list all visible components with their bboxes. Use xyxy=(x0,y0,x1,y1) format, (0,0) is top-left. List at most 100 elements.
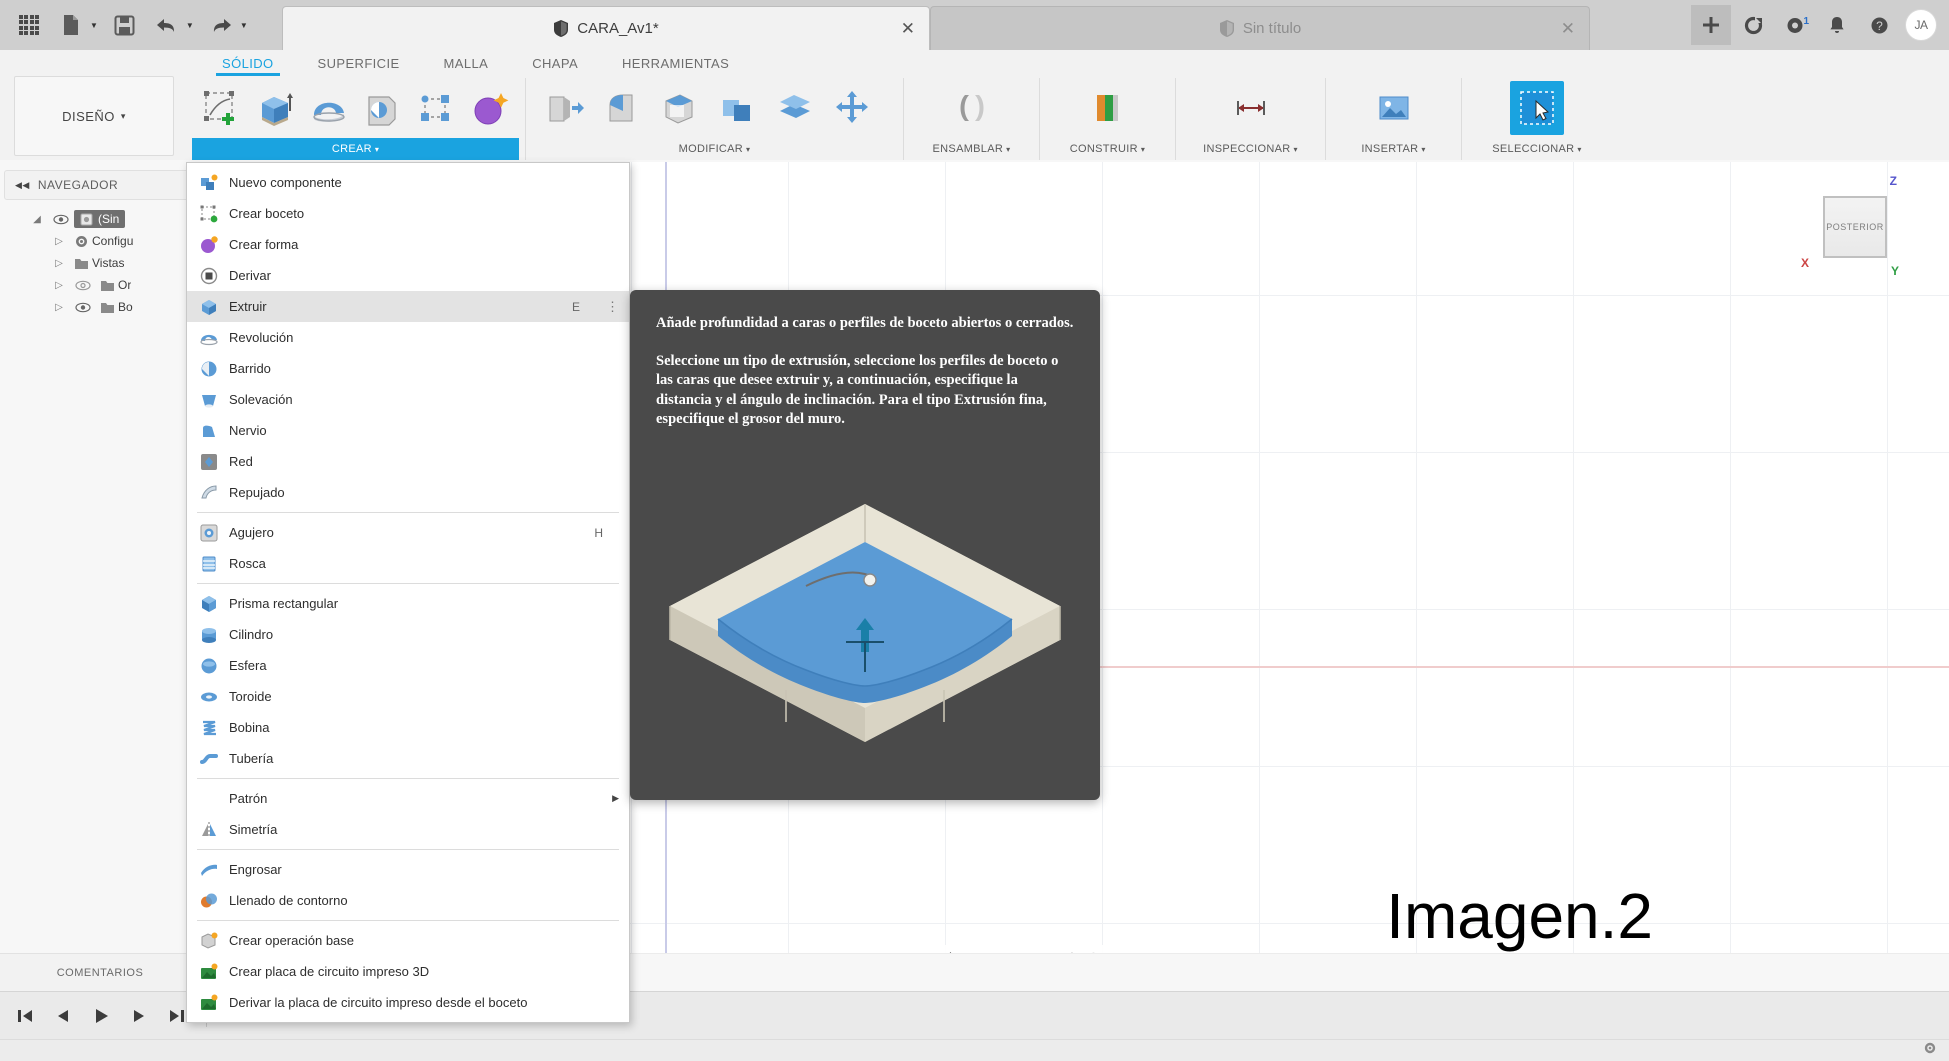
menu-item-crear-pcb-3d[interactable]: Crear placa de circuito impreso 3D xyxy=(187,956,629,987)
fillet-button[interactable] xyxy=(594,81,648,135)
ribbon-tab-solido[interactable]: SÓLIDO xyxy=(200,50,296,76)
menu-item-esfera[interactable]: Esfera xyxy=(187,650,629,681)
menu-item-toroide[interactable]: Toroide xyxy=(187,681,629,712)
menu-item-extruir[interactable]: Extruir E ⋮ xyxy=(187,291,629,322)
save-button[interactable] xyxy=(106,6,144,44)
jobs-status-button[interactable]: 1 xyxy=(1775,5,1815,45)
collapse-icon[interactable]: ◀◀ xyxy=(15,180,30,191)
mirror-icon xyxy=(199,820,219,840)
visibility-off-icon[interactable] xyxy=(70,280,96,291)
menu-item-barrido[interactable]: Barrido xyxy=(187,353,629,384)
combine-button[interactable] xyxy=(710,81,764,135)
offset-face-button[interactable] xyxy=(768,81,822,135)
menu-item-patron[interactable]: Patrón ▶ xyxy=(187,783,629,814)
shell-button[interactable] xyxy=(652,81,706,135)
menu-item-overflow-icon[interactable]: ⋮ xyxy=(606,299,619,315)
menu-item-agujero[interactable]: Agujero H xyxy=(187,517,629,548)
tree-item-configuraciones[interactable]: ▷ Configu xyxy=(0,230,200,252)
revolve-button[interactable] xyxy=(304,81,354,135)
workspace-selector[interactable]: DISEÑO ▾ xyxy=(14,76,174,156)
loft-button[interactable] xyxy=(411,81,461,135)
select-button[interactable] xyxy=(1510,81,1564,135)
document-tab-active[interactable]: CARA_Av1* ✕ xyxy=(282,6,930,50)
menu-item-engrosar[interactable]: Engrosar xyxy=(187,854,629,885)
step-forward-button[interactable] xyxy=(122,999,156,1033)
tree-item-vistas[interactable]: ▷ Vistas xyxy=(0,252,200,274)
tree-item-bocetos[interactable]: ▷ Bo xyxy=(0,296,200,318)
new-tab-button[interactable] xyxy=(1691,5,1731,45)
expander-icon[interactable]: ◢ xyxy=(26,214,48,225)
visibility-icon[interactable] xyxy=(48,214,74,225)
settings-gear-icon[interactable] xyxy=(1923,1041,1937,1060)
visibility-icon[interactable] xyxy=(70,302,96,313)
panel-insertar-label[interactable]: INSERTAR ▾ xyxy=(1332,138,1455,160)
navigator-panel: ◀◀ NAVEGADOR ◢ (Sin ▷ Configu xyxy=(0,162,200,991)
panel-modificar-label[interactable]: MODIFICAR ▾ xyxy=(532,138,897,160)
notifications-button[interactable] xyxy=(1817,5,1857,45)
menu-item-derivar[interactable]: Derivar xyxy=(187,260,629,291)
ribbon-tab-herramientas[interactable]: HERRAMIENTAS xyxy=(600,50,751,76)
menu-item-llenado-contorno[interactable]: Llenado de contorno xyxy=(187,885,629,916)
menu-item-crear-operacion-base[interactable]: Crear operación base xyxy=(187,925,629,956)
menu-item-nuevo-componente[interactable]: Nuevo componente xyxy=(187,167,629,198)
file-menu-caret-icon[interactable]: ▼ xyxy=(90,21,98,30)
viewcube[interactable]: Z X Y POSTERIOR xyxy=(1797,172,1917,282)
menu-item-repujado[interactable]: Repujado xyxy=(187,477,629,508)
redo-caret-icon[interactable]: ▼ xyxy=(240,21,248,30)
expander-icon[interactable]: ▷ xyxy=(48,258,70,269)
redo-button[interactable] xyxy=(202,6,240,44)
menu-item-red[interactable]: Red xyxy=(187,446,629,477)
press-pull-button[interactable] xyxy=(536,81,590,135)
ribbon-tab-chapa[interactable]: CHAPA xyxy=(510,50,600,76)
menu-item-derivar-pcb-boceto[interactable]: Derivar la placa de circuito impreso des… xyxy=(187,987,629,1018)
menu-item-revolucion[interactable]: Revolución xyxy=(187,322,629,353)
insert-mcmaster-button[interactable] xyxy=(1367,81,1421,135)
menu-item-solevacion[interactable]: Solevación xyxy=(187,384,629,415)
panel-crear-label[interactable]: CREAR ▾ xyxy=(192,138,519,160)
menu-item-nervio[interactable]: Nervio xyxy=(187,415,629,446)
menu-item-simetria[interactable]: Simetría xyxy=(187,814,629,845)
navigator-header[interactable]: ◀◀ NAVEGADOR xyxy=(4,170,196,200)
measure-button[interactable] xyxy=(1224,81,1278,135)
menu-item-bobina[interactable]: Bobina xyxy=(187,712,629,743)
menu-item-cilindro[interactable]: Cilindro xyxy=(187,619,629,650)
sweep-button[interactable] xyxy=(357,81,407,135)
tree-item-root[interactable]: ◢ (Sin xyxy=(0,208,200,230)
avatar[interactable]: JA xyxy=(1901,5,1941,45)
panel-seleccionar-label[interactable]: SELECCIONAR ▾ xyxy=(1468,138,1606,160)
joint-button[interactable] xyxy=(945,81,999,135)
undo-caret-icon[interactable]: ▼ xyxy=(186,21,194,30)
help-button[interactable]: ? xyxy=(1859,5,1899,45)
tree-item-root-chip[interactable]: (Sin xyxy=(74,210,125,228)
extrude-button[interactable] xyxy=(250,81,300,135)
create-form-button[interactable] xyxy=(465,81,515,135)
close-icon[interactable]: ✕ xyxy=(1561,19,1575,39)
move-copy-button[interactable] xyxy=(826,81,880,135)
close-icon[interactable]: ✕ xyxy=(901,19,915,39)
menu-item-crear-forma[interactable]: Crear forma xyxy=(187,229,629,260)
expander-icon[interactable]: ▷ xyxy=(48,236,70,247)
panel-construir-label[interactable]: CONSTRUIR ▾ xyxy=(1046,138,1169,160)
viewcube-face[interactable]: POSTERIOR xyxy=(1823,196,1887,258)
construction-plane-button[interactable] xyxy=(1081,81,1135,135)
expander-icon[interactable]: ▷ xyxy=(48,280,70,291)
tree-item-origen[interactable]: ▷ Or xyxy=(0,274,200,296)
panel-ensamblar-label[interactable]: ENSAMBLAR ▾ xyxy=(910,138,1033,160)
document-tab-inactive[interactable]: Sin título ✕ xyxy=(930,6,1590,50)
ribbon-tab-superficie[interactable]: SUPERFICIE xyxy=(296,50,422,76)
menu-item-tuberia[interactable]: Tubería xyxy=(187,743,629,774)
menu-item-rosca[interactable]: Rosca xyxy=(187,548,629,579)
expander-icon[interactable]: ▷ xyxy=(48,302,70,313)
menu-item-prisma-rectangular[interactable]: Prisma rectangular xyxy=(187,588,629,619)
step-back-button[interactable] xyxy=(46,999,80,1033)
refresh-button[interactable] xyxy=(1733,5,1773,45)
ribbon-tab-malla[interactable]: MALLA xyxy=(422,50,511,76)
create-sketch-button[interactable] xyxy=(196,81,246,135)
undo-button[interactable] xyxy=(148,6,186,44)
file-menu-button[interactable] xyxy=(52,6,90,44)
app-grid-button[interactable] xyxy=(10,6,48,44)
menu-item-crear-boceto[interactable]: Crear boceto xyxy=(187,198,629,229)
panel-inspeccionar-label[interactable]: INSPECCIONAR ▾ xyxy=(1182,138,1319,160)
go-to-start-button[interactable] xyxy=(8,999,42,1033)
play-button[interactable] xyxy=(84,999,118,1033)
